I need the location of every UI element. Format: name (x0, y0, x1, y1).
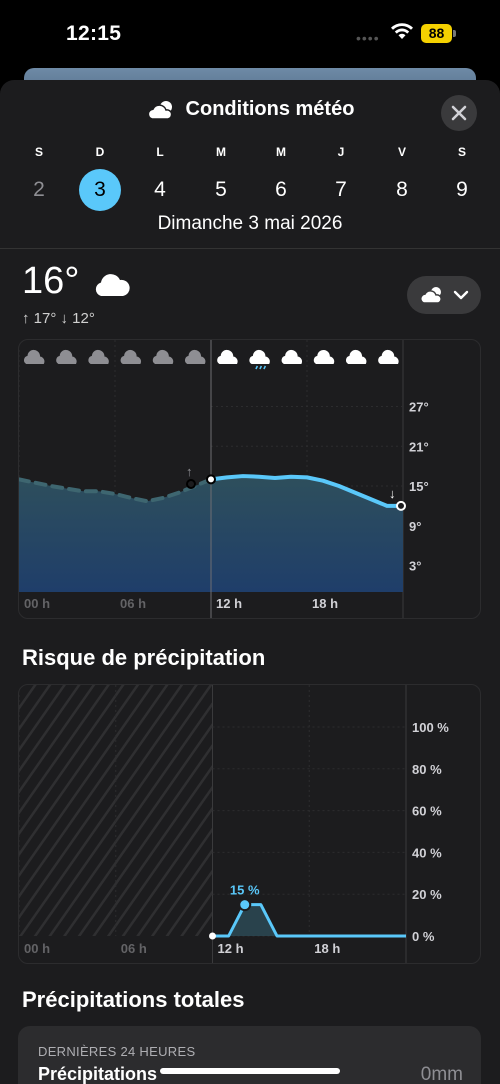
precipitation-chart-svg: 100 % 80 % 60 % 40 % 20 % 0 % 15 % 00 h 06 h 12 h… (19, 685, 449, 963)
totals-period-label: DERNIÈRES 24 HEURES (38, 1044, 196, 1059)
x-tick-label: 06 h (120, 596, 146, 611)
totals-value: 0mm (420, 1064, 463, 1084)
day-3[interactable]: M5 (199, 145, 243, 211)
day-2[interactable]: L4 (138, 145, 182, 211)
day-letter: M (216, 145, 226, 159)
totals-name: Précipitations (38, 1064, 158, 1084)
y-tick-label: 9° (409, 519, 421, 534)
day-number: 7 (335, 178, 347, 201)
cloud-icon (56, 349, 77, 364)
sheet-header: Conditions météo (0, 98, 500, 126)
cloud-icon (23, 349, 45, 364)
day-number: 9 (456, 178, 468, 201)
day-number: 8 (396, 178, 408, 201)
close-button[interactable] (441, 95, 477, 131)
cloud-icon (120, 349, 142, 364)
day-letter: L (156, 145, 164, 159)
y-tick-label: 15° (409, 479, 429, 494)
temperature-chart: 27° 21° 15° 9° 3° ↑ ↓ 00 h 06 h 12 h 18 h (18, 339, 481, 619)
max-arrow-icon: ↑ (186, 464, 193, 479)
conditions-menu-button[interactable] (407, 276, 481, 314)
peak-point (238, 898, 252, 912)
drizzle-drops (255, 365, 267, 370)
cloud-icon (313, 349, 335, 364)
sheet-title: Conditions météo (185, 98, 355, 120)
day-1[interactable]: D3 (78, 145, 122, 211)
cloud-icon (184, 349, 206, 364)
y-tick-label: 0 % (412, 929, 435, 944)
battery-indicator: 88 (421, 24, 452, 43)
precipitation-chart: 100 % 80 % 60 % 40 % 20 % 0 % 15 % 00 h 06 h 12 h… (18, 684, 481, 964)
peak-label: 15 % (230, 883, 260, 898)
x-tick-label: 12 h (218, 941, 244, 956)
day-4[interactable]: M6 (259, 145, 303, 211)
cellular-signal-icon: •••• (356, 30, 380, 46)
x-tick-label: 00 h (24, 596, 50, 611)
day-number: 6 (275, 178, 287, 201)
divider (0, 248, 500, 249)
precipitation-chance-title: Risque de précipitation (22, 645, 266, 670)
day-number: 2 (33, 178, 45, 201)
x-tick-label: 00 h (24, 941, 50, 956)
day-number: 5 (215, 178, 227, 201)
day-letter: S (34, 145, 43, 159)
now-point (209, 932, 216, 940)
y-tick-label: 3° (409, 559, 421, 574)
max-temp-point (186, 479, 196, 489)
cloud-icon (92, 270, 132, 303)
y-tick-label: 60 % (412, 804, 442, 819)
x-tick-label: 18 h (312, 596, 338, 611)
cloud-sun-icon (420, 287, 442, 304)
selected-date: Dimanche 3 mai 2026 (157, 213, 343, 234)
totals-card[interactable]: DERNIÈRES 24 HEURES Précipitations 0mm (18, 1026, 481, 1084)
chevron-down-icon (453, 290, 469, 300)
cloud-sun-icon (147, 100, 172, 120)
day-letter: D (95, 145, 105, 159)
temperature-chart-svg: 27° 21° 15° 9° 3° ↑ ↓ 00 h 06 h 12 h 18 h (19, 340, 429, 618)
day-letter: V (397, 145, 406, 159)
y-tick-label: 40 % (412, 845, 442, 860)
y-tick-label: 80 % (412, 762, 442, 777)
totals-title: Précipitations totales (22, 987, 245, 1012)
cloud-icon (152, 349, 174, 364)
status-time: 12:15 (66, 22, 122, 45)
cloud-icon (217, 349, 238, 364)
min-temp-point (396, 500, 406, 511)
x-tick-label: 18 h (314, 941, 340, 956)
day-number: 4 (154, 178, 166, 201)
now-point (206, 474, 216, 485)
cloud-icon (281, 349, 303, 364)
cloud-icon (345, 349, 367, 364)
cloud-icon (378, 349, 399, 364)
current-temperature: 16° (22, 260, 80, 302)
status-bar: 12:15 •••• 88 (0, 0, 500, 70)
day-number: 3 (79, 169, 121, 211)
home-indicator (160, 1068, 340, 1074)
close-icon (451, 105, 467, 121)
high-low-temperature: ↑ 17° ↓ 12° (22, 310, 95, 327)
cloud-drizzle-icon (249, 349, 270, 364)
y-tick-label: 21° (409, 439, 429, 454)
y-tick-label: 27° (409, 400, 429, 415)
day-letter: J (337, 145, 345, 159)
day-5[interactable]: J7 (319, 145, 363, 211)
y-tick-label: 100 % (412, 720, 449, 735)
day-0[interactable]: S2 (17, 145, 61, 211)
x-tick-label: 06 h (121, 941, 147, 956)
day-letter: M (276, 145, 286, 159)
x-tick-label: 12 h (216, 596, 242, 611)
y-tick-label: 20 % (412, 887, 442, 902)
day-6[interactable]: V8 (380, 145, 424, 211)
cloud-icon (88, 349, 109, 364)
battery-tip (453, 30, 456, 37)
min-arrow-icon: ↓ (389, 486, 396, 501)
day-letter: S (457, 145, 466, 159)
day-7[interactable]: S9 (440, 145, 484, 211)
wifi-icon (390, 22, 414, 45)
